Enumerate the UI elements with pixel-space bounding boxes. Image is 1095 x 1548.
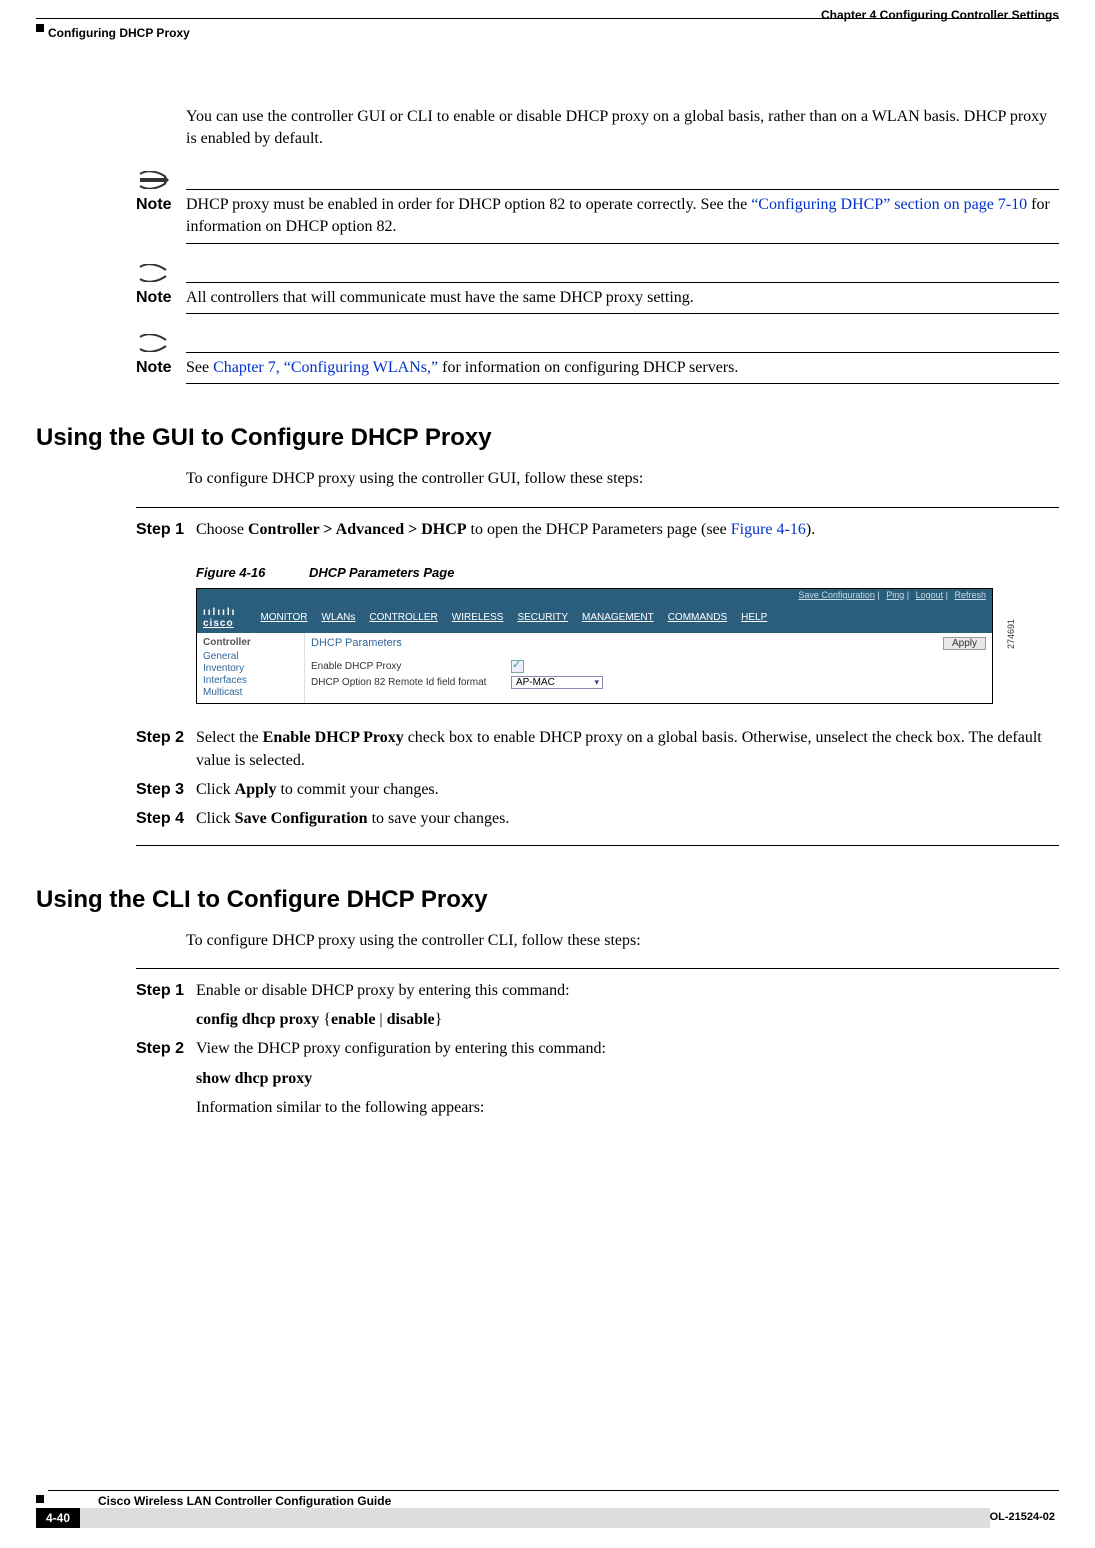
note-icon [136, 264, 176, 282]
note-3: Note See Chapter 7, “Configuring WLANs,”… [136, 334, 1059, 384]
cli-s2-text: View the DHCP proxy configuration by ent… [196, 1037, 1059, 1060]
ss-side-inventory[interactable]: Inventory [203, 663, 298, 674]
note3-post: for information on configuring DHCP serv… [438, 359, 738, 376]
note-1: Note DHCP proxy must be enabled in order… [136, 171, 1059, 244]
footer-page-number: 4-40 [36, 1508, 80, 1528]
cli-s1-text: Enable or disable DHCP proxy by entering… [196, 979, 1059, 1002]
ss-nav-help[interactable]: HELP [741, 612, 767, 623]
cli-cmd-c: enable [331, 1011, 375, 1028]
footer-marker [36, 1495, 44, 1503]
s3-post: to commit your changes. [276, 781, 438, 798]
step-label: Step 2 [136, 726, 196, 772]
ss-main: DHCP Parameters Apply Enable DHCP Proxy … [305, 633, 992, 703]
ss-field-enable-proxy-label: Enable DHCP Proxy [311, 661, 511, 672]
ss-nav-wlans[interactable]: WLANs [322, 612, 356, 623]
note-2: Note All controllers that will communica… [136, 264, 1059, 314]
note-label: Note [136, 357, 186, 379]
ss-main-title: DHCP Parameters [311, 637, 402, 649]
ss-select-option82-format[interactable]: AP-MAC [511, 676, 603, 689]
step-1-cli: Step 1 Enable or disable DHCP proxy by e… [136, 979, 1059, 1031]
figure-caption: Figure 4-16 DHCP Parameters Page [196, 565, 1059, 580]
ss-nav-wireless[interactable]: WIRELESS [452, 612, 504, 623]
ss-nav: ıılıılıcisco MONITOR WLANs CONTROLLER WI… [197, 603, 992, 633]
figure-title: DHCP Parameters Page [309, 565, 454, 580]
cisco-logo: ıılıılıcisco [203, 607, 236, 629]
s4-bold: Save Configuration [235, 810, 368, 827]
step-label: Step 2 [136, 1037, 196, 1119]
s3-bold: Apply [235, 781, 277, 798]
note1-pre: DHCP proxy must be enabled in order for … [186, 196, 751, 213]
ss-sidebar: Controller General Inventory Interfaces … [197, 633, 305, 703]
cli-s2-cmd: show dhcp proxy [196, 1070, 312, 1087]
note-text: DHCP proxy must be enabled in order for … [186, 194, 1059, 239]
note-icon [136, 334, 176, 352]
cli-cmd-d: | [375, 1011, 386, 1028]
step-1-gui: Step 1 Choose Controller > Advanced > DH… [136, 518, 1059, 541]
header-chapter: Chapter 4 Configuring Controller Setting… [821, 8, 1059, 22]
note-text: See Chapter 7, “Configuring WLANs,” for … [186, 357, 1059, 379]
note3-pre: See [186, 359, 213, 376]
ss-link-save-config[interactable]: Save Configuration [798, 590, 875, 600]
ss-link-ping[interactable]: Ping [886, 590, 904, 600]
s1-post: ). [806, 521, 815, 538]
header-section: Configuring DHCP Proxy [48, 26, 190, 40]
s4-pre: Click [196, 810, 235, 827]
note-icon [136, 171, 176, 189]
cli-intro: To configure DHCP proxy using the contro… [186, 930, 1059, 952]
ss-topbar: Save Configuration | Ping | Logout | Ref… [197, 589, 992, 603]
s2-pre: Select the [196, 729, 263, 746]
ss-side-interfaces[interactable]: Interfaces [203, 675, 298, 686]
ss-link-refresh[interactable]: Refresh [954, 590, 986, 600]
s2-bold: Enable DHCP Proxy [263, 729, 404, 746]
s4-post: to save your changes. [368, 810, 510, 827]
step-label: Step 4 [136, 807, 196, 830]
step-4-gui: Step 4 Click Save Configuration to save … [136, 807, 1059, 830]
figure-number: Figure 4-16 [196, 565, 265, 580]
intro-paragraph: You can use the controller GUI or CLI to… [186, 106, 1059, 151]
note-label: Note [136, 287, 186, 309]
ss-nav-monitor[interactable]: MONITOR [260, 612, 307, 623]
step-2-gui: Step 2 Select the Enable DHCP Proxy chec… [136, 726, 1059, 772]
link-figure-4-16[interactable]: Figure 4-16 [731, 521, 806, 538]
footer-book-title: Cisco Wireless LAN Controller Configurat… [98, 1494, 1059, 1508]
link-configuring-dhcp[interactable]: “Configuring DHCP” section on page 7-10 [751, 196, 1027, 213]
heading-gui: Using the GUI to Configure DHCP Proxy [36, 424, 1059, 452]
cli-cmd-b: { [319, 1011, 331, 1028]
ss-nav-commands[interactable]: COMMANDS [668, 612, 727, 623]
cli-s2-after: Information similar to the following app… [196, 1096, 1059, 1119]
note-label: Note [136, 194, 186, 216]
step-label: Step 3 [136, 778, 196, 801]
ss-apply-button[interactable]: Apply [943, 637, 986, 650]
page-footer: Cisco Wireless LAN Controller Configurat… [36, 1490, 1059, 1528]
figure-screenshot: Save Configuration | Ping | Logout | Ref… [196, 588, 993, 704]
gui-intro: To configure DHCP proxy using the contro… [186, 468, 1059, 490]
ss-side-general[interactable]: General [203, 651, 298, 662]
cli-cmd-e: disable [387, 1011, 435, 1028]
s3-pre: Click [196, 781, 235, 798]
cli-cmd-a: config dhcp proxy [196, 1011, 319, 1028]
step-label: Step 1 [136, 979, 196, 1031]
note-text: All controllers that will communicate mu… [186, 287, 1059, 309]
step-3-gui: Step 3 Click Apply to commit your change… [136, 778, 1059, 801]
s1-pre: Choose [196, 521, 248, 538]
figure-id-code: 274691 [1006, 619, 1016, 649]
step-2-cli: Step 2 View the DHCP proxy configuration… [136, 1037, 1059, 1119]
ss-nav-security[interactable]: SECURITY [517, 612, 568, 623]
ss-nav-controller[interactable]: CONTROLLER [369, 612, 437, 623]
ss-side-title: Controller [203, 637, 298, 648]
ss-nav-management[interactable]: MANAGEMENT [582, 612, 654, 623]
s1-bold: Controller > Advanced > DHCP [248, 521, 467, 538]
cli-cmd-f: } [435, 1011, 443, 1028]
heading-cli: Using the CLI to Configure DHCP Proxy [36, 886, 1059, 914]
ss-side-multicast[interactable]: Multicast [203, 687, 298, 698]
header-marker [36, 24, 44, 32]
ss-field-option82-label: DHCP Option 82 Remote Id field format [311, 677, 511, 688]
s1-mid: to open the DHCP Parameters page (see [467, 521, 731, 538]
ss-link-logout[interactable]: Logout [916, 590, 944, 600]
step-label: Step 1 [136, 518, 196, 541]
link-chapter-7[interactable]: Chapter 7, “Configuring WLANs,” [213, 359, 438, 376]
footer-doc-code: OL-21524-02 [990, 1508, 1059, 1528]
ss-checkbox-enable-proxy[interactable] [511, 660, 524, 673]
